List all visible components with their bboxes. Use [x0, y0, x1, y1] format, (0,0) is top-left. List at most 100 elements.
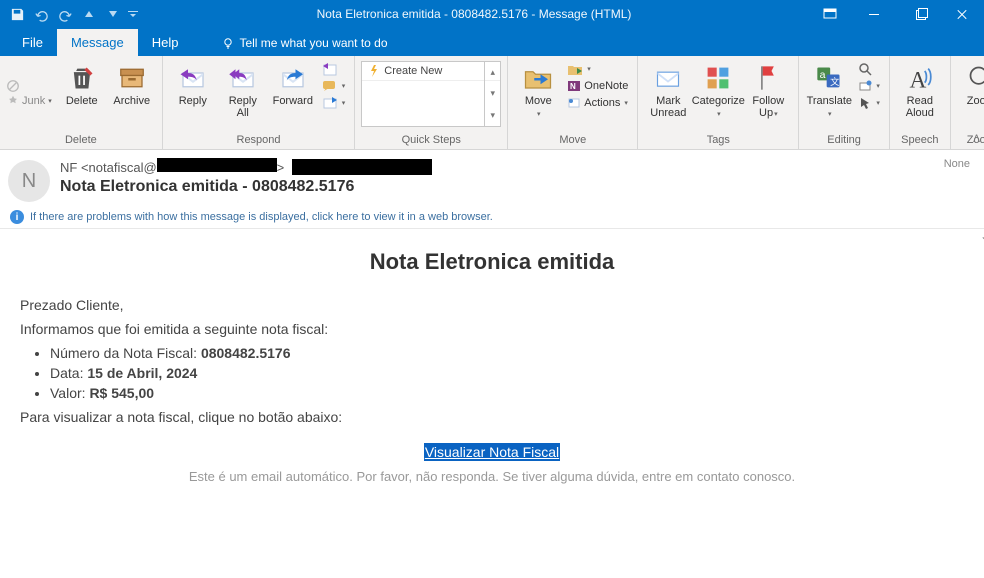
group-speech-label: Speech [896, 132, 944, 149]
related-button[interactable]: ▾ [855, 78, 883, 94]
onenote-button[interactable]: N OneNote [564, 78, 631, 94]
invoice-details-list: Número da Nota Fiscal: 0808482.5176 Data… [50, 345, 964, 401]
from-line: NF <notafiscal@> [60, 158, 934, 175]
im-icon [322, 79, 338, 93]
close-button[interactable] [940, 0, 984, 28]
group-quick-steps: Create New ▴ ▾ ▾ Quick Steps [355, 56, 508, 149]
tell-me-label: Tell me what you want to do [239, 36, 387, 50]
delete-button[interactable]: Delete [58, 59, 106, 107]
footer-note: Este é um email automático. Por favor, n… [20, 469, 964, 484]
reply-all-button[interactable]: Reply All [219, 59, 267, 119]
window-controls [808, 0, 984, 28]
group-editing-label: Editing [805, 132, 883, 149]
archive-icon [117, 61, 147, 95]
message-header: N NF <notafiscal@> Nota Eletronica emiti… [0, 150, 984, 206]
undo-icon[interactable] [30, 3, 52, 25]
actions-button[interactable]: Actions▾ [564, 95, 631, 111]
tab-help[interactable]: Help [138, 29, 193, 56]
meeting-icon [322, 62, 338, 76]
title-bar: Nota Eletronica emitida - 0808482.5176 -… [0, 0, 984, 28]
info-icon: i [10, 210, 24, 224]
mark-unread-icon [654, 61, 682, 95]
rules-button[interactable]: ▾ [564, 61, 631, 77]
find-button[interactable] [855, 61, 883, 77]
gallery-more-icon[interactable]: ▾ [485, 105, 500, 126]
junk-label: Junk [22, 95, 45, 107]
reply-button[interactable]: Reply [169, 59, 217, 107]
scroll-down-icon[interactable]: ⌄ [980, 229, 984, 243]
im-button[interactable]: ▾ [319, 78, 349, 94]
ribbon-display-options-icon[interactable] [808, 0, 852, 28]
forward-icon [278, 61, 308, 95]
move-label: Move [525, 95, 552, 107]
svg-text:A: A [909, 67, 926, 92]
cta-text: Para visualizar a nota fiscal, clique no… [20, 409, 964, 425]
minimize-button[interactable] [852, 0, 896, 28]
translate-label: Translate [807, 95, 852, 107]
quick-steps-gallery[interactable]: Create New ▴ ▾ ▾ [361, 61, 501, 127]
follow-up-label: Follow Up [752, 95, 784, 119]
junk-button[interactable]: Junk▾ [6, 94, 56, 108]
reply-icon [178, 61, 208, 95]
avatar-initial: N [22, 170, 36, 193]
nf-number-value: 0808482.5176 [201, 345, 291, 361]
previous-item-icon[interactable] [78, 3, 100, 25]
body-title: Nota Eletronica emitida [20, 249, 964, 275]
info-bar-text: If there are problems with how this mess… [30, 211, 493, 223]
translate-icon: a文 [815, 61, 843, 95]
categorize-icon [705, 61, 731, 95]
gallery-up-icon[interactable]: ▴ [485, 62, 500, 83]
svg-text:文: 文 [830, 76, 839, 87]
redo-icon[interactable] [54, 3, 76, 25]
view-invoice-link[interactable]: Visualizar Nota Fiscal [424, 443, 560, 461]
zoom-label: Zoom [967, 95, 984, 107]
respond-more-button[interactable]: ▾ [319, 95, 349, 111]
tab-file[interactable]: File [8, 29, 57, 56]
maximize-button[interactable] [896, 0, 940, 28]
delete-label: Delete [66, 95, 98, 107]
quick-step-create-new[interactable]: Create New [362, 62, 500, 81]
svg-text:N: N [570, 82, 576, 91]
save-icon[interactable] [6, 3, 28, 25]
group-respond-label: Respond [169, 132, 349, 149]
message-body: ⌄ Nota Eletronica emitida Prezado Client… [0, 229, 984, 569]
from-prefix: NF <notafiscal@ [60, 160, 157, 175]
list-item: Data: 15 de Abril, 2024 [50, 365, 964, 381]
translate-button[interactable]: a文 Translate▾ [805, 59, 853, 121]
collapse-ribbon-icon[interactable]: ᐱ [973, 134, 980, 145]
ribbon-tabs: File Message Help Tell me what you want … [0, 28, 984, 56]
actions-label: Actions [584, 97, 620, 109]
qat-customize-icon[interactable] [126, 3, 140, 25]
tell-me-search[interactable]: Tell me what you want to do [192, 36, 397, 56]
create-new-label: Create New [384, 65, 442, 77]
group-tags-label: Tags [644, 132, 792, 149]
group-respond: Reply Reply All Forward ▾ [163, 56, 356, 149]
categorize-button[interactable]: Categorize▾ [694, 59, 742, 121]
reply-all-icon [228, 61, 258, 95]
more-icon [322, 96, 338, 110]
ribbon: Junk▾ Delete Archive Delete [0, 56, 984, 150]
zoom-button[interactable]: Zoom [957, 59, 984, 107]
move-button[interactable]: Move▾ [514, 59, 562, 121]
group-move: Move▾ ▾ N OneNote Actions▾ Move [508, 56, 638, 149]
info-bar[interactable]: i If there are problems with how this me… [0, 206, 984, 229]
meeting-button[interactable] [319, 61, 349, 77]
group-editing: a文 Translate▾ ▾ ▾ Editing [799, 56, 890, 149]
forward-label: Forward [273, 95, 313, 107]
rules-icon [567, 62, 583, 76]
nf-number-label: Número da Nota Fiscal: [50, 345, 201, 361]
next-item-icon[interactable] [102, 3, 124, 25]
redacted-recipient [292, 159, 432, 175]
select-button[interactable]: ▾ [855, 95, 883, 111]
forward-button[interactable]: Forward [269, 59, 317, 107]
nf-date-value: 15 de Abril, 2024 [87, 365, 197, 381]
gallery-down-icon[interactable]: ▾ [485, 83, 500, 104]
mark-unread-button[interactable]: Mark Unread [644, 59, 692, 119]
follow-up-button[interactable]: Follow Up▾ [744, 59, 792, 121]
archive-button[interactable]: Archive [108, 59, 156, 107]
svg-text:a: a [820, 69, 826, 81]
ignore-button[interactable] [6, 79, 56, 93]
tab-message[interactable]: Message [57, 29, 138, 56]
read-aloud-button[interactable]: A Read Aloud [896, 59, 944, 119]
nf-value-label: Valor: [50, 385, 89, 401]
